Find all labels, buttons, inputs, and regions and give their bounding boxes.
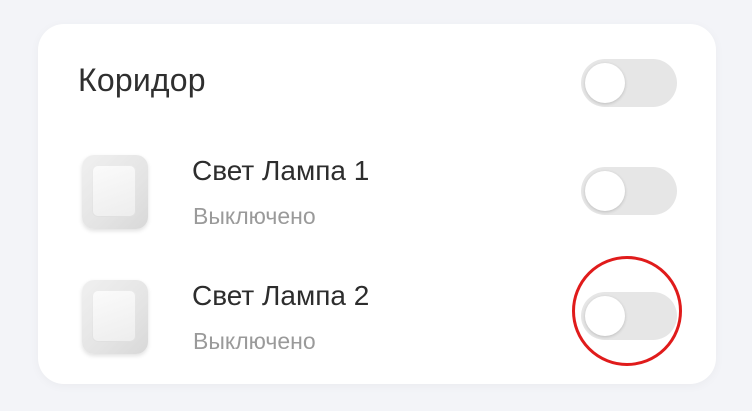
switch-face [92,165,136,217]
light-switch-icon [82,155,148,229]
device-status: Выключено [193,328,316,354]
device-name: Свет Лампа 2 [192,280,370,311]
device-row[interactable]: Свет Лампа 1 Выключено [38,147,716,247]
device-row[interactable]: Свет Лампа 2 Выключено [38,272,716,372]
room-title: Коридор [78,62,206,98]
device-toggle[interactable] [581,167,677,215]
device-name: Свет Лампа 1 [192,155,370,186]
device-status: Выключено [193,203,316,229]
room-card: Коридор Свет Лампа 1 Выключено Свет Ламп… [38,24,716,384]
switch-face [92,290,136,342]
device-toggle[interactable] [581,292,677,340]
toggle-knob [585,171,625,211]
page: Коридор Свет Лампа 1 Выключено Свет Ламп… [0,0,752,411]
light-switch-icon [82,280,148,354]
toggle-knob [585,63,625,103]
room-toggle[interactable] [581,59,677,107]
toggle-knob [585,296,625,336]
